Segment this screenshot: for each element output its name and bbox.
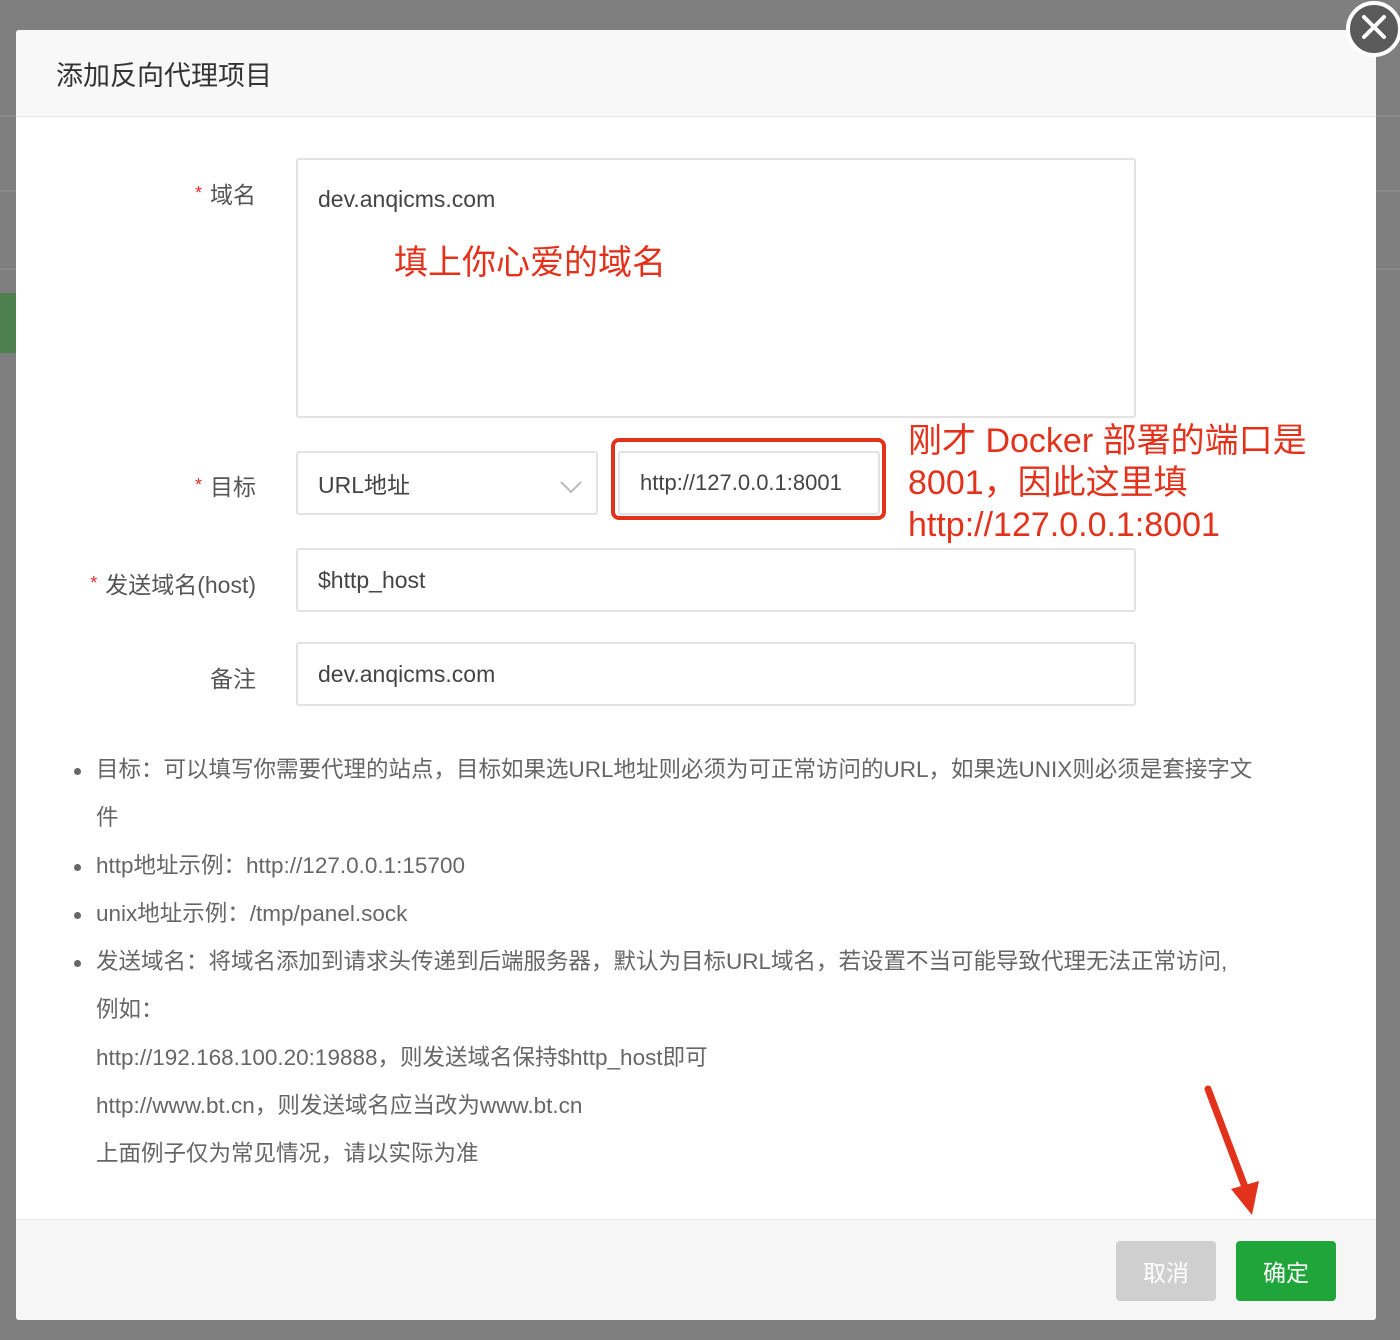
remark-input[interactable]: dev.anqicms.com xyxy=(296,642,1136,706)
remark-label: 备注 xyxy=(210,666,256,692)
remark-value: dev.anqicms.com xyxy=(318,660,496,687)
help-item-send-host-cont: 例如： xyxy=(96,997,164,1022)
target-type-value: URL地址 xyxy=(318,472,411,498)
send-host-input[interactable]: $http_host xyxy=(296,548,1136,612)
domain-annotation: 填上你心爱的域名 xyxy=(394,244,666,282)
required-mark: * xyxy=(90,573,98,593)
domain-textarea[interactable]: dev.anqicms.com xyxy=(296,158,1136,418)
required-mark: * xyxy=(194,475,202,495)
dialog-header: 添加反向代理项目 xyxy=(16,30,1376,117)
help-item-send-host-note: 上面例子仅为常见情况，请以实际为准 xyxy=(96,1141,479,1166)
send-host-label: * 发送域名(host) xyxy=(90,572,256,598)
help-item-http-example: http地址示例：http://127.0.0.1:15700 xyxy=(70,842,1360,890)
target-label: * 目标 xyxy=(194,474,256,500)
chevron-down-icon xyxy=(560,473,582,500)
close-button[interactable] xyxy=(1346,1,1400,57)
send-host-value: $http_host xyxy=(318,566,426,593)
help-item-send-host-example1: http://192.168.100.20:19888，则发送域名保持$http… xyxy=(96,1045,708,1070)
help-item-unix-example: unix地址示例：/tmp/panel.sock xyxy=(70,890,1360,938)
dialog-footer: 取消 确定 xyxy=(16,1219,1376,1320)
help-item-target-cont: 件 xyxy=(96,805,119,830)
confirm-button[interactable]: 确定 xyxy=(1236,1241,1336,1301)
close-icon xyxy=(1361,14,1387,45)
help-item-send-host: 发送域名：将域名添加到请求头传递到后端服务器，默认为目标URL域名，若设置不当可… xyxy=(70,938,1360,986)
background-button xyxy=(0,293,16,353)
reverse-proxy-dialog: 添加反向代理项目 * 域名 dev.anqicms.com 填上你心爱的域名 * 目… xyxy=(16,30,1376,1320)
required-mark: * xyxy=(194,183,202,203)
help-list: 目标：可以填写你需要代理的站点，目标如果选URL地址则必须为可正常访问的URL，… xyxy=(70,746,1360,1178)
help-item-send-host-example2: http://www.bt.cn，则发送域名应当改为www.bt.cn xyxy=(96,1093,583,1118)
arrow-annotation-icon xyxy=(1204,1085,1259,1215)
domain-label: * 域名 xyxy=(194,182,256,208)
domain-value: dev.anqicms.com xyxy=(318,186,496,212)
port-annotation: 刚才 Docker 部署的端口是 8001，因此这里填 http://127.0… xyxy=(908,422,1307,544)
help-item-target: 目标：可以填写你需要代理的站点，目标如果选URL地址则必须为可正常访问的URL，… xyxy=(70,746,1360,794)
highlight-box xyxy=(611,438,886,520)
dialog-title: 添加反向代理项目 xyxy=(56,60,272,91)
target-type-select[interactable]: URL地址 xyxy=(296,451,598,515)
cancel-button[interactable]: 取消 xyxy=(1116,1241,1216,1301)
